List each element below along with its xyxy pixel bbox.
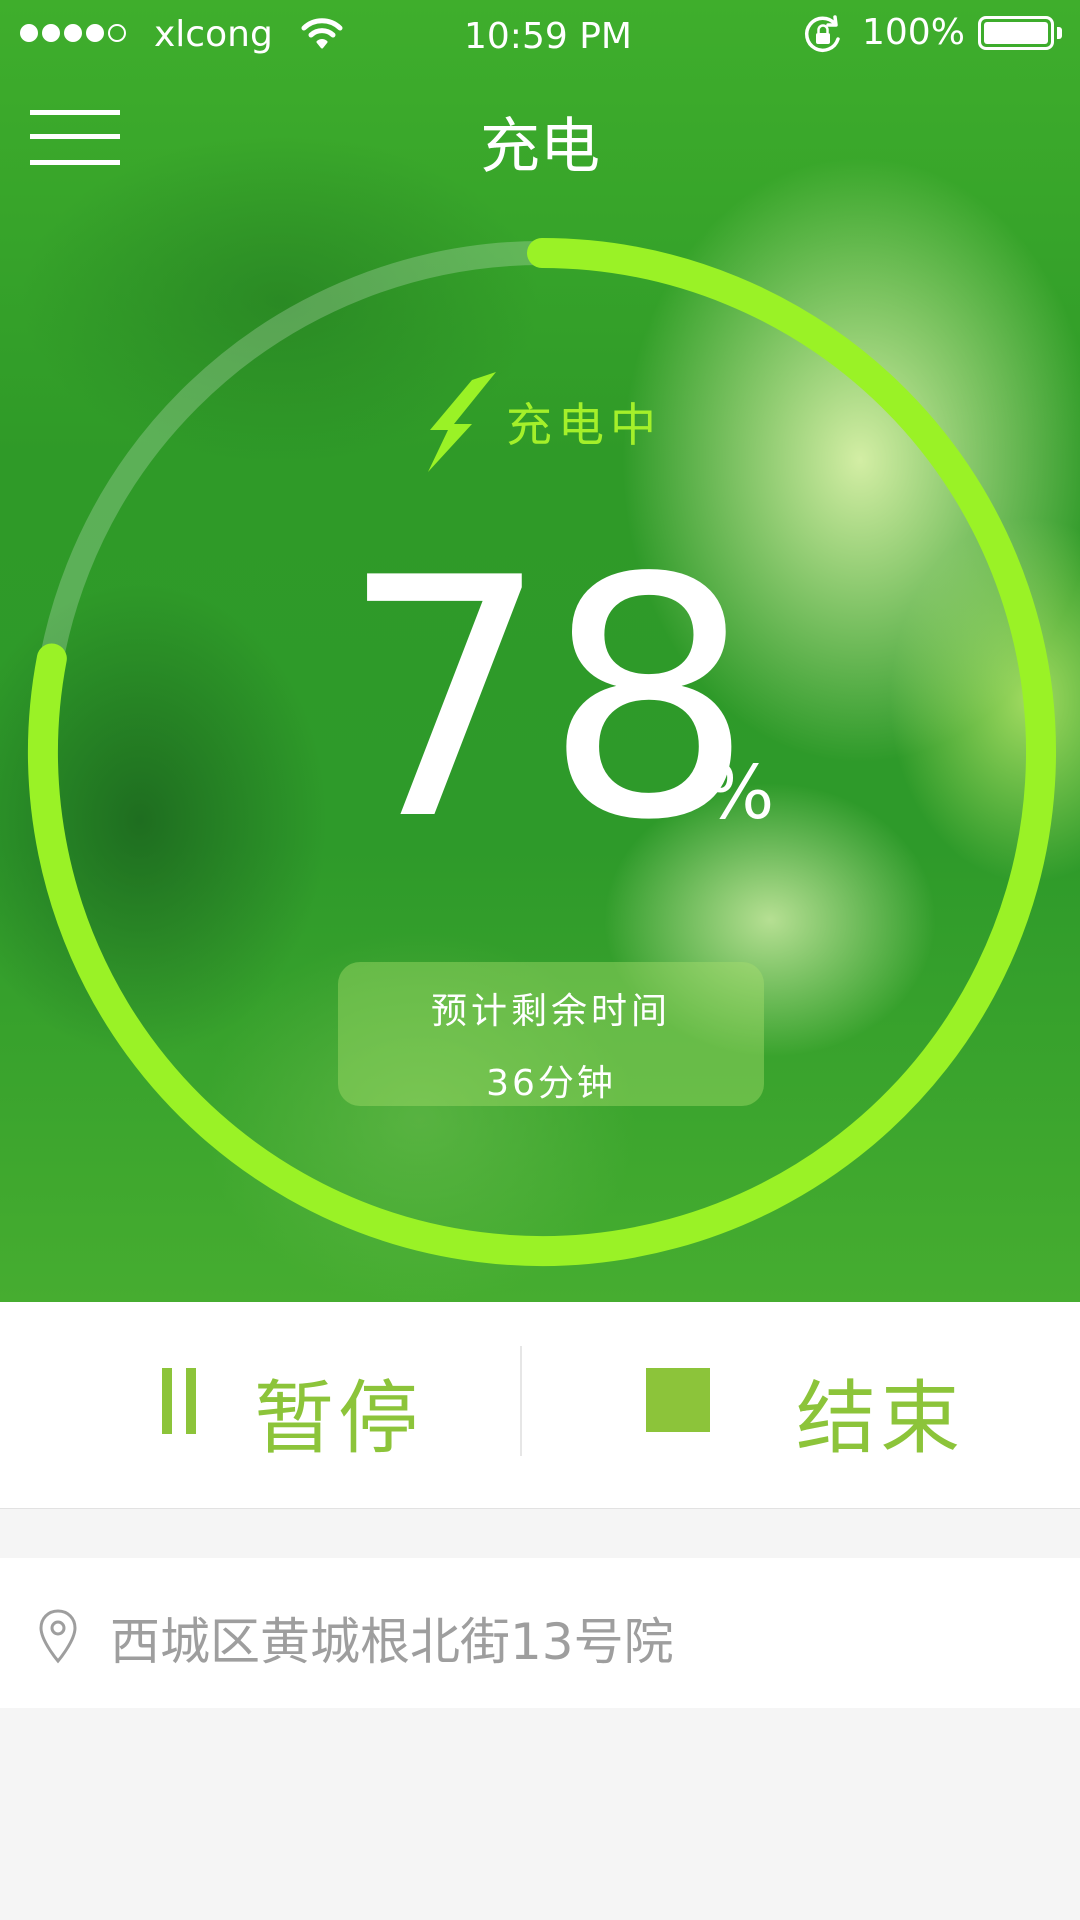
stop-label: 结束 [796, 1372, 964, 1465]
charging-status-text: 充电中 [506, 398, 662, 452]
charge-percent-unit: % [704, 750, 775, 836]
charging-hero: xlcong 10:59 PM 100% 充电 充电中 78 % 预计剩余时间 … [0, 0, 1080, 1302]
location-pin-icon [39, 1609, 77, 1664]
charging-status: 充电中 [420, 372, 662, 472]
stop-icon [646, 1368, 710, 1432]
pause-label: 暂停 [254, 1372, 422, 1465]
pause-button[interactable]: 暂停 [0, 1302, 538, 1508]
remaining-time-label: 预计剩余时间 [430, 991, 671, 1032]
station-address[interactable]: 西城区黄城根北街13号院 [0, 1558, 1080, 1708]
charge-percentage: 78 % [340, 508, 800, 892]
stop-button[interactable]: 结束 [542, 1302, 1080, 1508]
remaining-time-card: 预计剩余时间 36分钟 [338, 962, 764, 1106]
pause-icon [162, 1368, 196, 1434]
charge-percent-value: 78 [340, 508, 754, 892]
charging-controls: 暂停 结束 [0, 1302, 1080, 1509]
controls-divider [520, 1346, 522, 1456]
lightning-bolt-icon [428, 372, 496, 472]
remaining-time-value: 36分钟 [486, 1063, 616, 1104]
address-text: 西城区黄城根北街13号院 [110, 1613, 674, 1671]
